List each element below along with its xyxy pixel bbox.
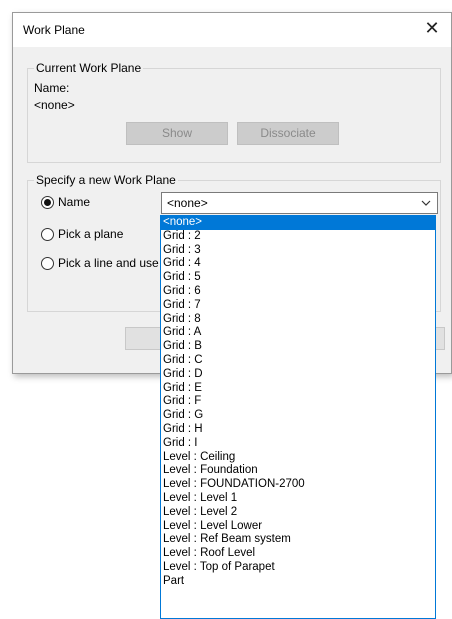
show-button[interactable]: Show bbox=[126, 122, 228, 145]
dropdown-item[interactable]: Level : Level 2 bbox=[161, 506, 435, 520]
radio-name-indicator[interactable] bbox=[41, 195, 54, 209]
title-bar: Work Plane ✕ bbox=[13, 13, 451, 47]
dropdown-item[interactable]: Grid : B bbox=[161, 340, 435, 354]
dropdown-item[interactable]: Grid : F bbox=[161, 395, 435, 409]
dropdown-item[interactable]: Part bbox=[161, 575, 435, 589]
dropdown-item[interactable]: Grid : 7 bbox=[161, 299, 435, 313]
radio-pick-plane-option[interactable]: Pick a plane bbox=[41, 226, 123, 242]
radio-pick-line-indicator[interactable] bbox=[41, 256, 54, 270]
screen: Work Plane ✕ Current Work Plane Name: <n… bbox=[0, 0, 452, 619]
dropdown-item[interactable]: Grid : H bbox=[161, 423, 435, 437]
dropdown-item[interactable]: Grid : E bbox=[161, 382, 435, 396]
dropdown-item[interactable]: Grid : D bbox=[161, 368, 435, 382]
dropdown-item[interactable]: <none> bbox=[161, 216, 435, 230]
combo-value: <none> bbox=[167, 196, 208, 210]
close-icon[interactable]: ✕ bbox=[421, 18, 443, 40]
dropdown-item[interactable]: Level : Roof Level bbox=[161, 547, 435, 561]
radio-name-option[interactable]: Name bbox=[41, 194, 90, 210]
dropdown-item[interactable]: Grid : C bbox=[161, 354, 435, 368]
current-work-plane-legend: Current Work Plane bbox=[34, 61, 144, 75]
dropdown-item[interactable]: Grid : 5 bbox=[161, 271, 435, 285]
dropdown-item[interactable]: Level : FOUNDATION-2700 bbox=[161, 478, 435, 492]
dissociate-button[interactable]: Dissociate bbox=[237, 122, 339, 145]
dropdown-item[interactable]: Grid : 3 bbox=[161, 244, 435, 258]
radio-pick-plane-indicator[interactable] bbox=[41, 227, 54, 241]
dropdown-item[interactable]: Level : Level Lower bbox=[161, 520, 435, 534]
current-name-label: Name: bbox=[34, 81, 70, 95]
current-work-plane-group: Current Work Plane Name: <none> Show Dis… bbox=[27, 61, 441, 163]
dropdown-item[interactable]: Level : Foundation bbox=[161, 464, 435, 478]
dropdown-item[interactable]: Grid : I bbox=[161, 437, 435, 451]
radio-name-label: Name bbox=[58, 195, 91, 209]
radio-pick-line-label: Pick a line and use bbox=[58, 256, 159, 270]
dropdown-item[interactable]: Level : Ref Beam system bbox=[161, 533, 435, 547]
dropdown-item[interactable]: Level : Level 1 bbox=[161, 492, 435, 506]
dropdown-item[interactable]: Grid : 2 bbox=[161, 230, 435, 244]
dropdown-item[interactable]: Grid : 4 bbox=[161, 257, 435, 271]
dropdown-item[interactable]: Grid : A bbox=[161, 326, 435, 340]
dropdown-item[interactable]: Grid : G bbox=[161, 409, 435, 423]
new-work-plane-legend: Specify a new Work Plane bbox=[34, 173, 178, 187]
dropdown-item[interactable]: Level : Ceiling bbox=[161, 451, 435, 465]
dropdown-item[interactable]: Grid : 8 bbox=[161, 313, 435, 327]
dropdown-item[interactable]: Grid : 6 bbox=[161, 285, 435, 299]
radio-pick-plane-label: Pick a plane bbox=[58, 227, 124, 241]
name-dropdown-list[interactable]: <none> Grid : 2 Grid : 3 Grid : 4 Grid : 5 Gr… bbox=[160, 215, 436, 619]
chevron-down-icon[interactable] bbox=[421, 199, 431, 207]
current-name-value: <none> bbox=[34, 98, 75, 112]
dialog-title: Work Plane bbox=[23, 23, 85, 37]
dropdown-item[interactable]: Level : Top of Parapet bbox=[161, 561, 435, 575]
name-combobox[interactable]: <none> bbox=[161, 192, 438, 214]
radio-pick-line-option[interactable]: Pick a line and use bbox=[41, 255, 159, 271]
